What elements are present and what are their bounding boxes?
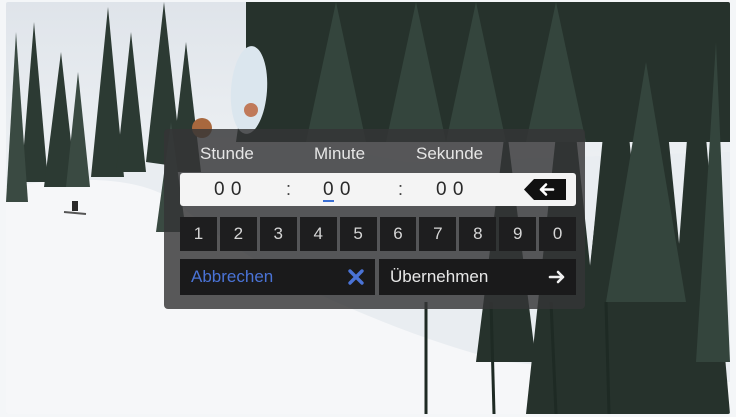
time-input-field[interactable]: 0 0 : 0 0 : 0 0 <box>180 173 576 206</box>
apply-label: Übernehmen <box>390 267 489 286</box>
key-8[interactable]: 8 <box>459 217 497 251</box>
key-7[interactable]: 7 <box>419 217 457 251</box>
key-4[interactable]: 4 <box>299 217 337 251</box>
close-icon <box>348 269 364 285</box>
numeric-keypad: 1 2 3 4 5 6 7 8 9 0 <box>180 217 577 251</box>
arrow-right-icon <box>548 270 565 284</box>
cancel-label: Abbrechen <box>191 267 274 286</box>
key-6[interactable]: 6 <box>379 217 417 251</box>
key-2[interactable]: 2 <box>219 217 257 251</box>
second-label: Sekunde <box>416 144 484 163</box>
key-0[interactable]: 0 <box>539 217 577 251</box>
key-1[interactable]: 1 <box>180 217 217 251</box>
minutes-second-digit[interactable]: 0 <box>340 179 351 200</box>
cancel-button[interactable]: Abbrechen <box>180 259 375 295</box>
separator: : <box>398 179 404 199</box>
key-3[interactable]: 3 <box>259 217 297 251</box>
hours-value[interactable]: 0 0 <box>214 179 242 201</box>
minute-label: Minute <box>314 144 366 163</box>
separator: : <box>286 179 292 199</box>
dialog-actions: Abbrechen Übernehmen <box>180 259 576 295</box>
time-labels: Stunde Minute Sekunde <box>164 144 585 168</box>
seconds-value[interactable]: 0 0 <box>436 179 464 201</box>
time-entry-dialog: Stunde Minute Sekunde 0 0 : 0 0 : 0 0 1 … <box>164 129 585 309</box>
key-5[interactable]: 5 <box>339 217 377 251</box>
hour-label: Stunde <box>200 144 254 163</box>
backspace-icon <box>524 179 566 200</box>
minutes-first-digit[interactable]: 0 <box>323 179 335 202</box>
key-9[interactable]: 9 <box>499 217 537 251</box>
apply-button[interactable]: Übernehmen <box>379 259 576 295</box>
backspace-button[interactable] <box>522 178 568 201</box>
minutes-value[interactable]: 0 0 <box>323 179 351 202</box>
